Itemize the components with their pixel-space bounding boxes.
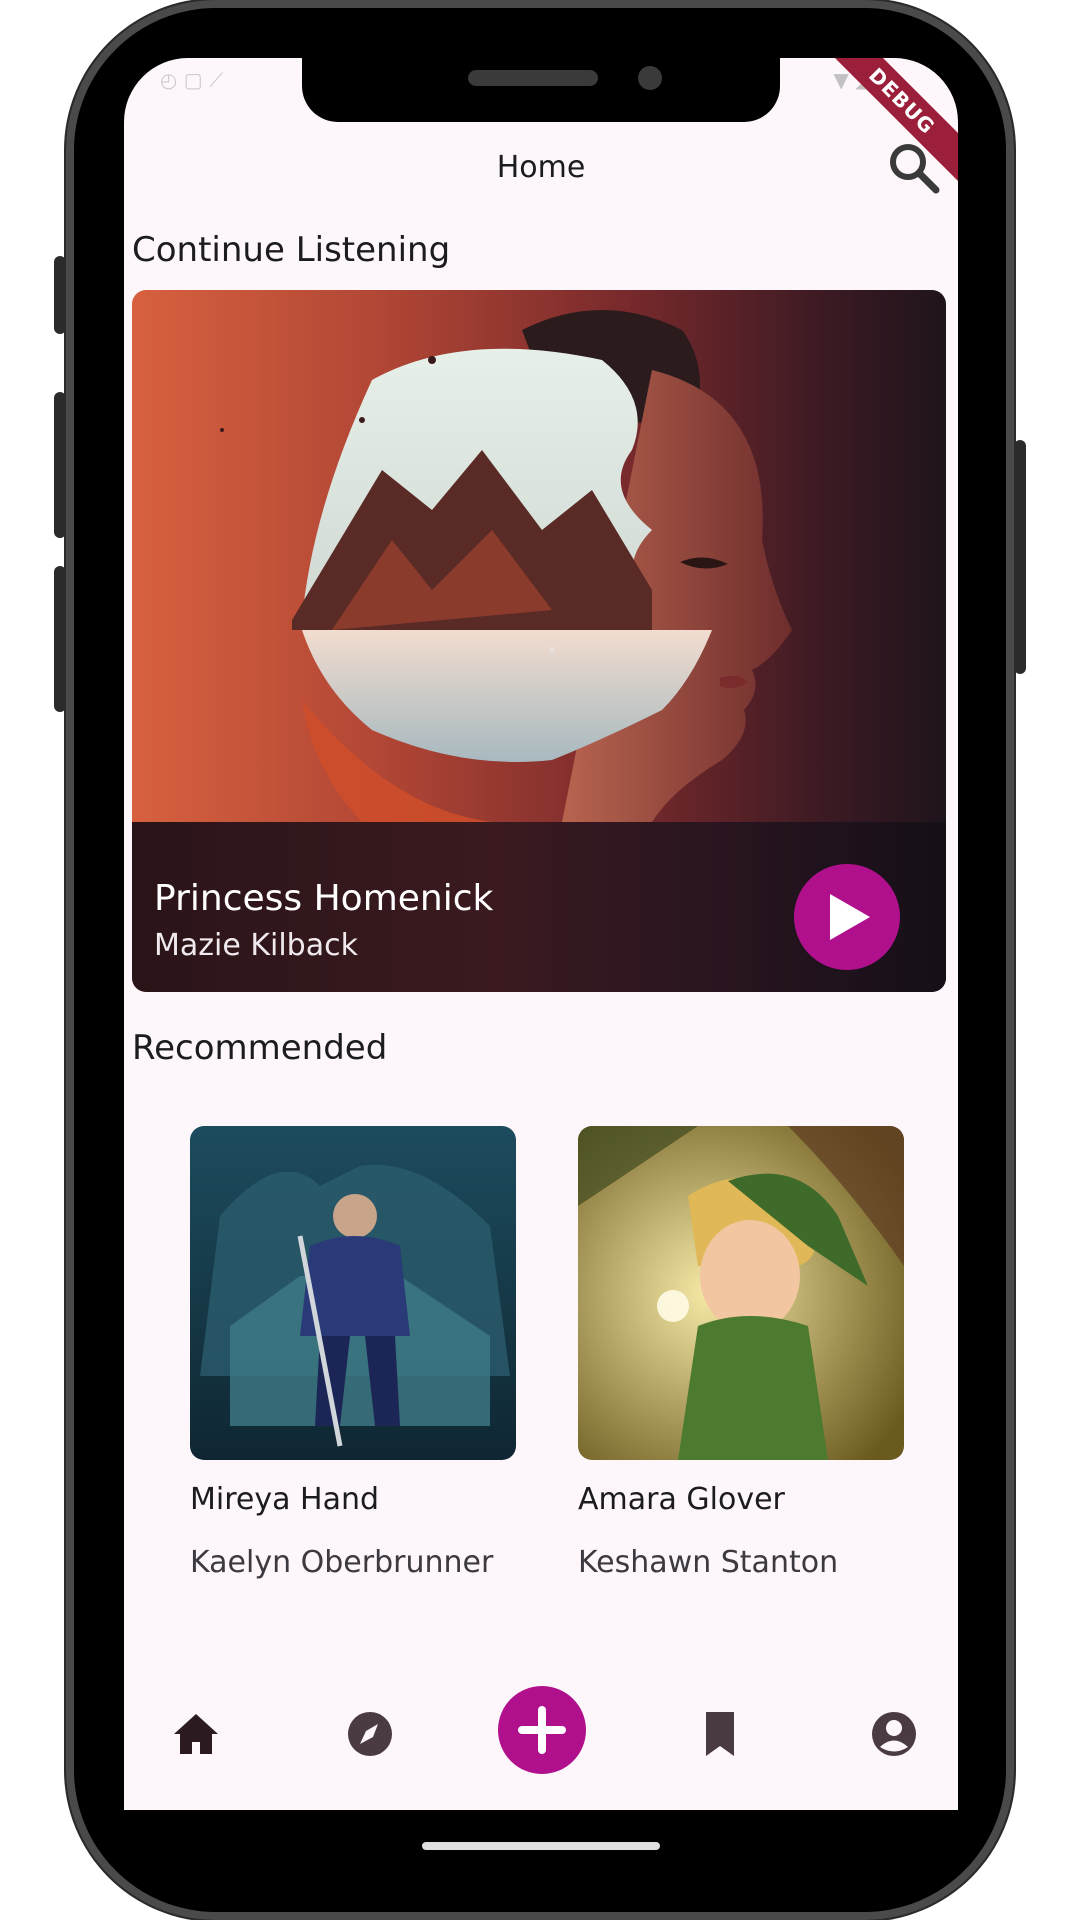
recommended-card[interactable]: Amara Glover Keshawn Stanton: [578, 1126, 904, 1580]
add-button[interactable]: [498, 1686, 586, 1774]
bottom-navigation: [124, 1678, 958, 1808]
recommended-card[interactable]: Mireya Hand Kaelyn Oberbrunner: [190, 1126, 516, 1580]
phone-side-button: [54, 256, 66, 334]
phone-side-button: [1014, 440, 1026, 674]
book-title: Amara Glover: [578, 1482, 785, 1517]
home-icon[interactable]: [166, 1704, 226, 1764]
add-icon: [518, 1706, 566, 1754]
status-icons-left: ◴ ▢ ⟋: [160, 68, 224, 92]
compass-icon[interactable]: [340, 1704, 400, 1764]
book-cover-image: [220, 310, 792, 822]
speaker: [468, 70, 598, 86]
book-title: Mireya Hand: [190, 1482, 380, 1517]
account-icon[interactable]: [864, 1704, 924, 1764]
book-author: Kaelyn Oberbrunner: [190, 1545, 494, 1580]
book-author: Keshawn Stanton: [578, 1545, 839, 1580]
continue-listening-card[interactable]: Princess Homenick Mazie Kilback: [132, 290, 946, 992]
camera: [638, 66, 662, 90]
phone-side-button: [54, 566, 66, 712]
book-author: Mazie Kilback: [154, 928, 358, 963]
app-screen: ◴ ▢ ⟋ ▼ ◢ ▮ DEBUG Home Continue Listenin…: [124, 58, 958, 1810]
bookmark-icon[interactable]: [690, 1704, 750, 1764]
book-cover-image: [578, 1126, 904, 1460]
continue-listening-heading: Continue Listening: [132, 230, 451, 270]
search-icon[interactable]: [886, 140, 942, 196]
recommended-heading: Recommended: [132, 1028, 388, 1068]
book-cover-image: [190, 1126, 516, 1460]
page-title: Home: [496, 150, 586, 185]
phone-side-button: [54, 392, 66, 538]
home-indicator: [422, 1842, 660, 1850]
book-title: Princess Homenick: [154, 878, 494, 919]
play-button[interactable]: [794, 864, 900, 970]
notch: [302, 58, 780, 122]
play-icon: [830, 894, 870, 940]
